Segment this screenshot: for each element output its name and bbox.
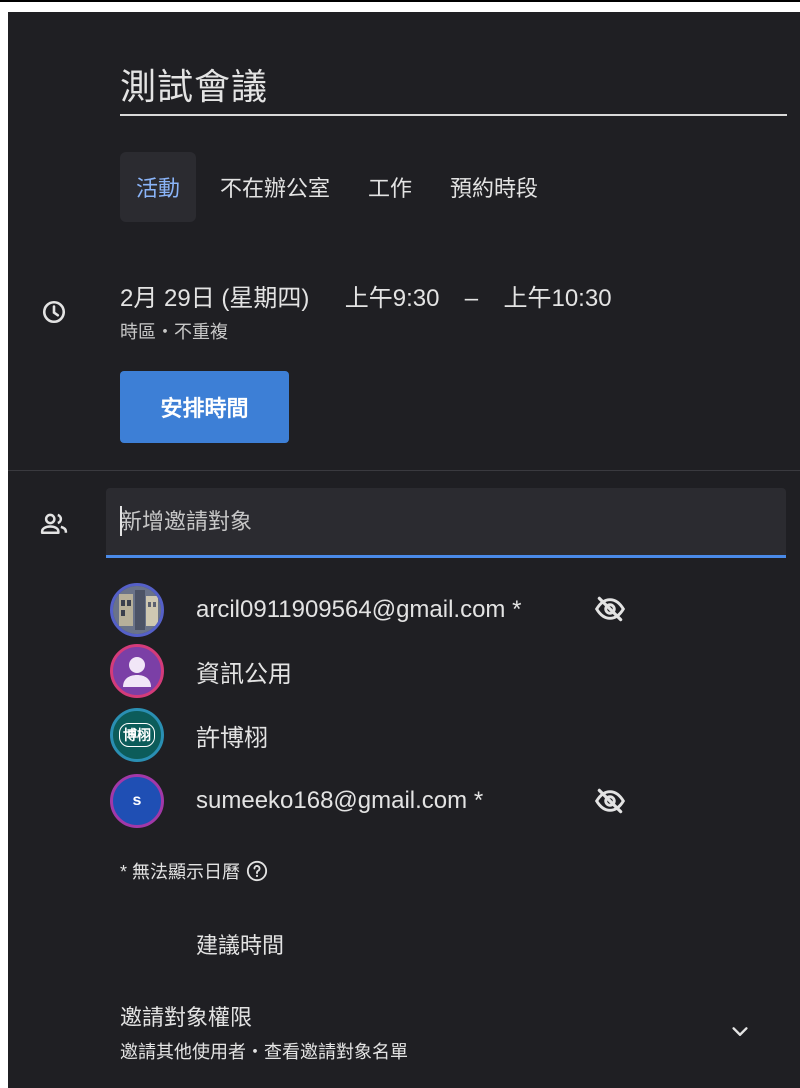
text-caret bbox=[120, 506, 122, 536]
suggest-times-button[interactable]: 建議時間 bbox=[196, 928, 284, 960]
clock-icon bbox=[38, 296, 70, 328]
event-title-field[interactable]: 測試會議 bbox=[120, 58, 787, 116]
guest-avatar-default bbox=[110, 644, 164, 698]
event-title[interactable]: 測試會議 bbox=[120, 58, 787, 116]
guest-permissions-title[interactable]: 邀請對象權限 bbox=[120, 1000, 252, 1032]
guest-item[interactable]: s sumeeko168@gmail.com * bbox=[110, 774, 483, 828]
avatar-initial: s bbox=[132, 792, 142, 809]
guest-name: sumeeko168@gmail.com * bbox=[196, 787, 484, 814]
visibility-off-icon[interactable] bbox=[592, 591, 628, 627]
event-date[interactable]: 2月 29日 (星期四) bbox=[120, 285, 309, 312]
people-icon bbox=[38, 508, 70, 540]
guest-name: arcil0911909564@gmail.com * bbox=[196, 596, 522, 623]
add-guests-field[interactable] bbox=[106, 488, 786, 558]
time-separator: – bbox=[464, 285, 479, 312]
guest-item[interactable]: 博栩 許博栩 bbox=[110, 708, 268, 762]
help-icon[interactable] bbox=[246, 860, 268, 882]
chevron-down-icon[interactable] bbox=[722, 1014, 758, 1050]
window-top-margin bbox=[0, 2, 800, 12]
event-start-time[interactable]: 上午9:30 bbox=[345, 285, 440, 312]
tab-event[interactable]: 活動 bbox=[120, 152, 197, 222]
guest-name: 許博栩 bbox=[196, 724, 268, 752]
guest-item[interactable]: 資訊公用 bbox=[110, 644, 292, 698]
guest-avatar-photo bbox=[110, 583, 164, 637]
section-divider bbox=[8, 470, 800, 471]
guest-permissions-summary: 邀請其他使用者・查看邀請對象名單 bbox=[120, 1042, 408, 1062]
tab-out-of-office[interactable]: 不在辦公室 bbox=[206, 152, 344, 222]
calendar-unavailable-note: * 無法顯示日曆 bbox=[120, 858, 268, 884]
event-type-tabs: 活動 不在辦公室 工作 預約時段 bbox=[120, 152, 552, 222]
event-datetime[interactable]: 2月 29日 (星期四) 上午9:30 – 上午10:30 bbox=[120, 278, 612, 313]
guest-avatar-text: 博栩 bbox=[110, 708, 164, 762]
tab-task[interactable]: 工作 bbox=[354, 152, 426, 222]
guest-avatar-initial: s bbox=[110, 774, 164, 828]
schedule-button[interactable]: 安排時間 bbox=[120, 371, 289, 443]
tab-appointment-schedule[interactable]: 預約時段 bbox=[436, 152, 552, 222]
guest-item[interactable]: arcil0911909564@gmail.com * bbox=[110, 583, 521, 637]
guest-name: 資訊公用 bbox=[196, 660, 292, 688]
visibility-off-icon[interactable] bbox=[592, 783, 628, 819]
avatar-text: 博栩 bbox=[119, 723, 155, 747]
add-guests-input[interactable] bbox=[120, 488, 760, 555]
event-end-time[interactable]: 上午10:30 bbox=[503, 285, 611, 312]
timezone-repeat-link[interactable]: 時區・不重複 bbox=[120, 318, 228, 344]
note-text: * 無法顯示日曆 bbox=[120, 862, 241, 882]
